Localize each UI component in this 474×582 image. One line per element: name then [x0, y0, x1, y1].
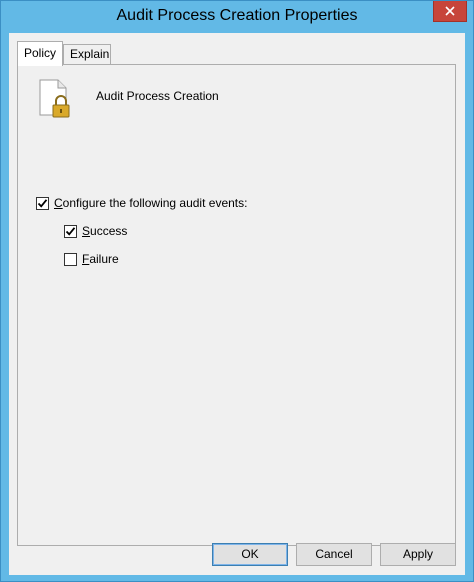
title-bar[interactable]: Audit Process Creation Properties	[1, 1, 473, 33]
success-checkbox[interactable]: Success	[64, 223, 127, 239]
dialog-client-area: Policy Explain Audit Process Creation Co…	[9, 33, 465, 575]
close-icon	[445, 6, 455, 16]
tab-policy[interactable]: Policy	[17, 41, 63, 66]
document-lock-icon	[39, 79, 70, 118]
window-title: Audit Process Creation Properties	[116, 7, 358, 24]
close-button[interactable]	[433, 1, 467, 22]
apply-button[interactable]: Apply	[380, 543, 456, 566]
policy-tab-panel: Audit Process Creation Configure the fol…	[17, 64, 456, 546]
success-label: Success	[82, 224, 128, 238]
tab-explain[interactable]: Explain	[63, 44, 111, 65]
configure-audit-checkbox[interactable]: Configure the following audit events:	[36, 195, 247, 211]
failure-label: Failure	[82, 252, 119, 266]
properties-window: Audit Process Creation Properties Policy…	[0, 0, 474, 582]
failure-checkbox-box[interactable]	[64, 252, 77, 266]
ok-button[interactable]: OK	[212, 543, 288, 566]
configure-label: Configure the following audit events:	[54, 196, 248, 210]
checkmark-icon	[37, 198, 48, 208]
failure-checkbox[interactable]: Failure	[64, 251, 119, 267]
success-checkbox-box[interactable]	[64, 224, 77, 238]
checkmark-icon	[65, 226, 76, 236]
cancel-button[interactable]: Cancel	[296, 543, 372, 566]
policy-name: Audit Process Creation	[96, 89, 219, 103]
configure-checkbox-box[interactable]	[36, 196, 49, 210]
